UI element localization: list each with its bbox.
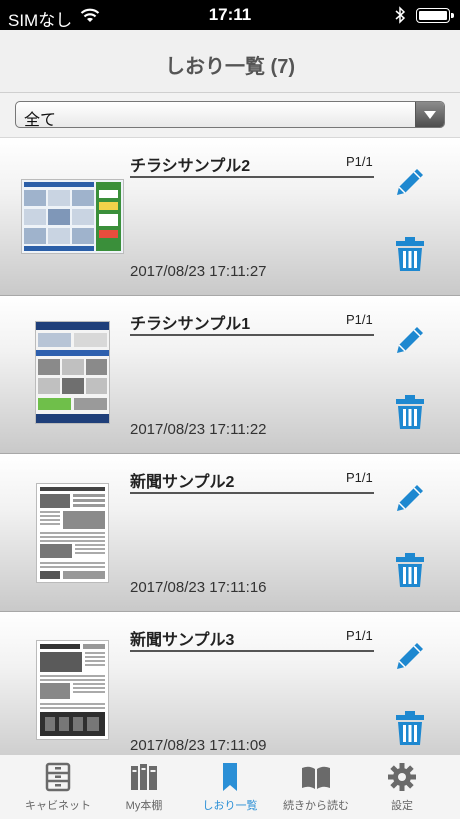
- bookmark-title: 新聞サンプル3: [130, 632, 235, 649]
- bookmark-row[interactable]: チラシサンプル2 P1/1 2017/08/23 17:11:27: [0, 138, 460, 296]
- bookmark-title: チラシサンプル2: [130, 158, 251, 175]
- edit-button[interactable]: [392, 164, 428, 200]
- newspaper-thumbnail[interactable]: [36, 640, 109, 740]
- tab-bookmarks[interactable]: しおり一覧: [184, 755, 276, 819]
- divider: [130, 650, 374, 652]
- tab-bar: キャビネット My本棚 しおり一覧 続きから読む 設定: [0, 754, 460, 819]
- divider: [130, 492, 374, 494]
- bookmark-date: 2017/08/23 17:11:09: [130, 737, 267, 754]
- filter-area: 全て: [0, 93, 460, 138]
- bookmark-page: P1/1: [346, 628, 373, 643]
- bookmark-row[interactable]: 新聞サンプル3 P1/1 2017/08/23 17:11:09: [0, 612, 460, 754]
- newspaper-thumbnail[interactable]: [36, 483, 109, 583]
- bookmark-row[interactable]: 新聞サンプル2 P1/1 2017/08/23 17:11:16: [0, 454, 460, 612]
- open-book-icon: [302, 766, 330, 789]
- edit-button[interactable]: [392, 322, 428, 358]
- bookmark-date: 2017/08/23 17:11:16: [130, 579, 267, 596]
- pencil-icon: [397, 643, 423, 669]
- bookmark-list[interactable]: チラシサンプル2 P1/1 2017/08/23 17:11:27 チラシサンプ…: [0, 138, 460, 754]
- tab-bookshelf[interactable]: My本棚: [98, 755, 190, 819]
- cabinet-icon: [45, 762, 71, 792]
- bookshelf-icon: [131, 764, 157, 790]
- bookmark-page: P1/1: [346, 470, 373, 485]
- tab-label: My本棚: [125, 800, 163, 812]
- clock: 17:11: [208, 5, 252, 24]
- trash-icon: [396, 553, 424, 587]
- tab-label: キャビネット: [25, 800, 91, 812]
- bookmark-title: チラシサンプル1: [130, 316, 251, 333]
- filter-dropdown[interactable]: 全て: [15, 101, 445, 128]
- trash-icon: [396, 237, 424, 271]
- gear-icon: [388, 763, 416, 791]
- tab-label: 続きから読む: [283, 800, 349, 812]
- delete-button[interactable]: [395, 236, 425, 272]
- trash-icon: [396, 395, 424, 429]
- flyer-thumbnail[interactable]: [21, 179, 124, 254]
- bluetooth-icon: [394, 6, 406, 29]
- tab-settings[interactable]: 設定: [356, 755, 448, 819]
- delete-button[interactable]: [395, 552, 425, 588]
- edit-button[interactable]: [392, 638, 428, 674]
- battery-icon: [416, 8, 454, 23]
- bookmark-icon: [223, 763, 237, 791]
- bookmark-page: P1/1: [346, 154, 373, 169]
- divider: [130, 334, 374, 336]
- bookmark-page: P1/1: [346, 312, 373, 327]
- bookmark-row[interactable]: チラシサンプル1 P1/1 2017/08/23 17:11:22: [0, 296, 460, 454]
- tab-label: しおり一覧: [202, 800, 258, 812]
- divider: [130, 176, 374, 178]
- trash-icon: [396, 711, 424, 745]
- flyer-thumbnail[interactable]: [35, 321, 110, 424]
- navigation-bar: しおり一覧 (7): [0, 30, 460, 93]
- status-bar: SIMなし 17:11: [0, 0, 460, 30]
- filter-selected-value: 全て: [24, 112, 57, 128]
- page-title: しおり一覧 (7): [165, 56, 295, 78]
- dropdown-arrow-icon: [415, 102, 444, 127]
- bookmark-date: 2017/08/23 17:11:27: [130, 263, 267, 280]
- bookmark-title: 新聞サンプル2: [130, 474, 235, 491]
- bookmark-date: 2017/08/23 17:11:22: [130, 421, 267, 438]
- pencil-icon: [397, 169, 423, 195]
- tab-cabinet[interactable]: キャビネット: [12, 755, 104, 819]
- tab-label: 設定: [391, 800, 413, 812]
- tab-continue-reading[interactable]: 続きから読む: [270, 755, 362, 819]
- delete-button[interactable]: [395, 710, 425, 746]
- pencil-icon: [397, 485, 423, 511]
- pencil-icon: [397, 327, 423, 353]
- edit-button[interactable]: [392, 480, 428, 516]
- delete-button[interactable]: [395, 394, 425, 430]
